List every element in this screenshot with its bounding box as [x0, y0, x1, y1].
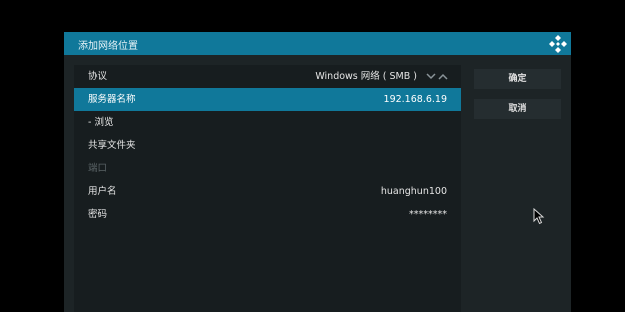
field-label: 用户名: [88, 186, 117, 197]
field-row-password[interactable]: 密码 ********: [74, 203, 461, 226]
mouse-pointer-icon: [533, 208, 545, 225]
field-row-port: 端口: [74, 157, 461, 180]
field-row-shared-folder[interactable]: 共享文件夹: [74, 134, 461, 157]
field-label: 端口: [88, 163, 108, 174]
field-label: - 浏览: [88, 117, 114, 128]
field-row-protocol[interactable]: 协议 Windows 网络 ( SMB ): [74, 65, 461, 88]
settings-list: 协议 Windows 网络 ( SMB ) 服务器名称 192.168.6.19…: [74, 65, 461, 312]
field-label: 协议: [88, 71, 108, 82]
dialog-titlebar: 添加网络位置: [64, 32, 571, 55]
add-network-location-dialog: 添加网络位置 协议 Windows 网络 ( SMB ) 服务器名称 192.1…: [64, 32, 571, 312]
field-row-browse[interactable]: - 浏览: [74, 111, 461, 134]
field-row-username[interactable]: 用户名 huanghun100: [74, 180, 461, 203]
field-label: 共享文件夹: [88, 140, 136, 151]
field-label: 密码: [88, 209, 108, 220]
dialog-title: 添加网络位置: [78, 41, 138, 52]
field-value: 192.168.6.19: [383, 94, 447, 105]
cancel-button[interactable]: 取消: [474, 99, 561, 119]
field-label: 服务器名称: [88, 94, 136, 105]
field-value: ********: [409, 209, 447, 220]
ok-button[interactable]: 确定: [474, 69, 561, 89]
field-row-server-name[interactable]: 服务器名称 192.168.6.19: [74, 88, 461, 111]
field-value: huanghun100: [380, 186, 447, 197]
field-value: Windows 网络 ( SMB ): [315, 71, 417, 82]
up-down-arrows-icon[interactable]: [426, 72, 448, 81]
kodi-logo-icon: [549, 35, 567, 53]
